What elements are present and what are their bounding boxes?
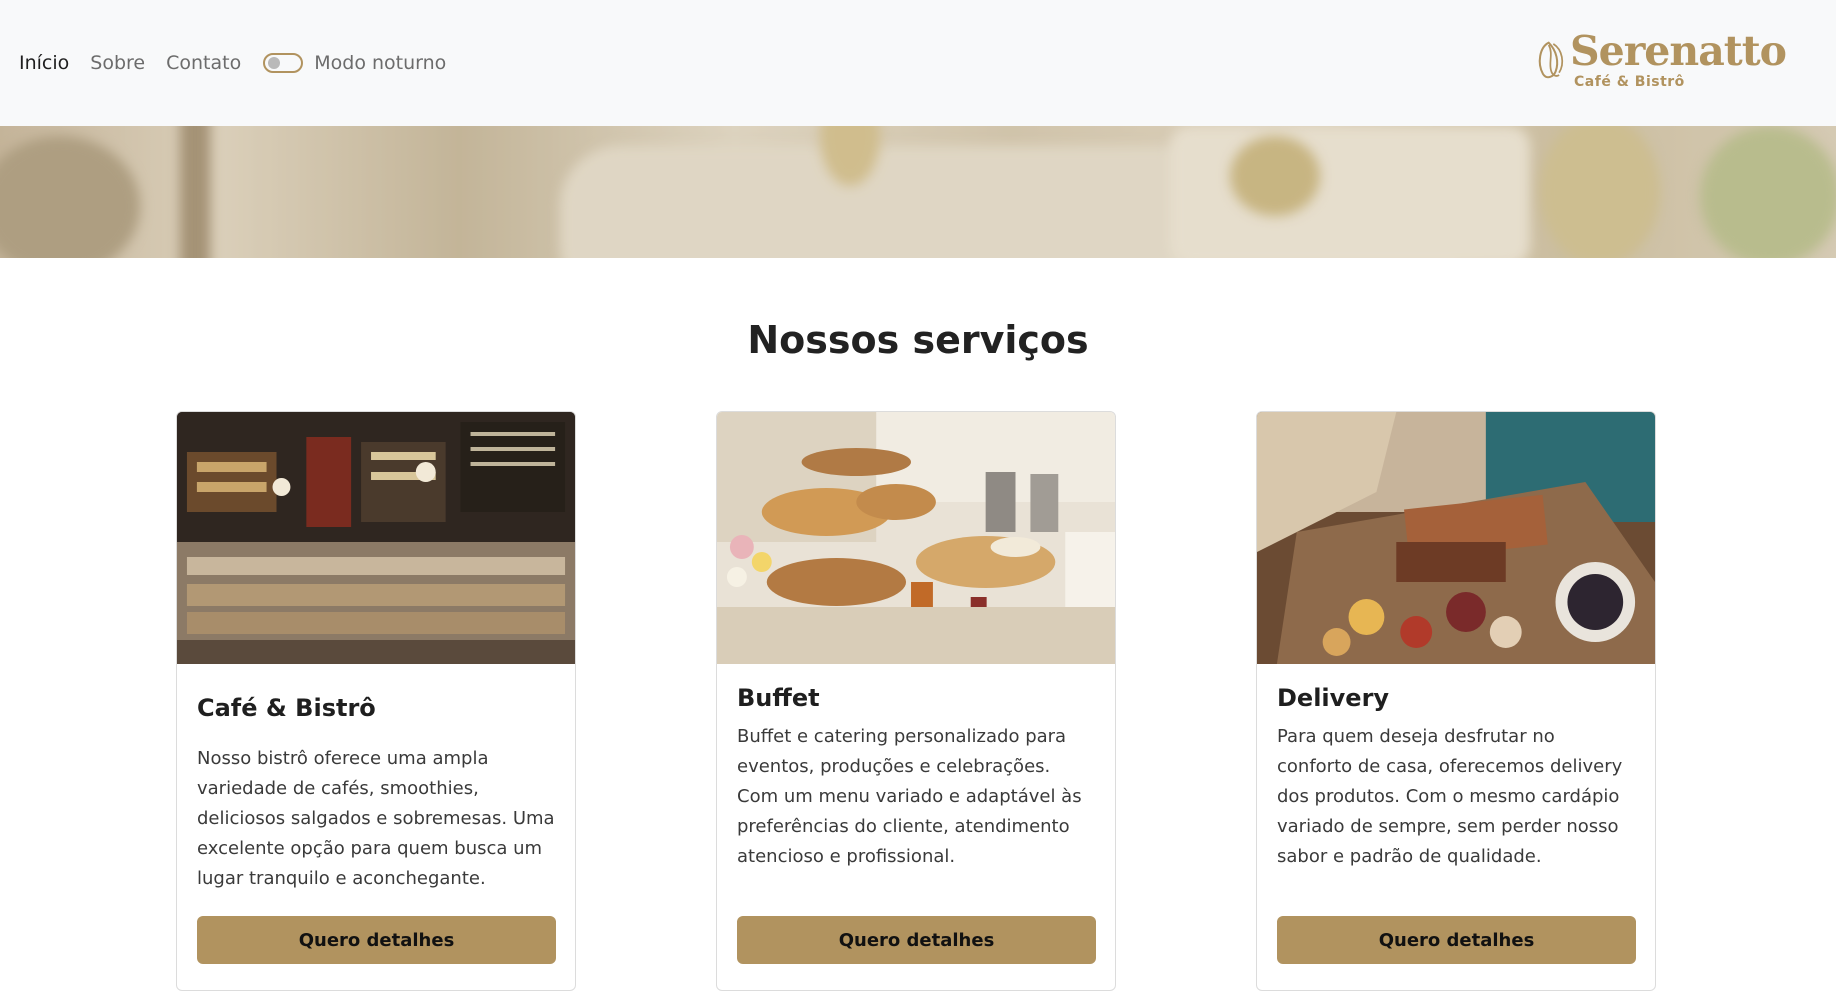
dark-mode-toggle[interactable] (263, 53, 304, 73)
nav-link-sobre[interactable]: Sobre (90, 53, 145, 73)
service-card-buffet: Buffet Buffet e catering personalizado p… (716, 411, 1116, 991)
dark-mode-switch: Modo noturno (263, 52, 446, 74)
nav-link-inicio[interactable]: Início (19, 53, 69, 73)
dark-mode-label[interactable]: Modo noturno (314, 52, 446, 74)
card-text: Buffet e catering personalizado para eve… (737, 726, 1082, 867)
card-body: Buffet Buffet e catering personalizado p… (717, 684, 1115, 872)
delivery-box-photo (1257, 412, 1655, 664)
brand-logo[interactable]: Serenatto Café & Bistrô (1536, 22, 1787, 98)
buffet-table-photo (717, 412, 1115, 664)
cafe-counter-photo (177, 412, 575, 664)
service-card-cafe: Café & Bistrô Nosso bistrô oferece uma a… (176, 411, 576, 991)
card-body: Café & Bistrô Nosso bistrô oferece uma a… (177, 694, 575, 894)
card-text: Nosso bistrô oferece uma ampla variedade… (197, 748, 555, 889)
coffee-bean-logo-icon (1538, 41, 1564, 79)
card-body: Delivery Para quem deseja desfrutar no c… (1257, 684, 1655, 872)
service-card-delivery: Delivery Para quem deseja desfrutar no c… (1256, 411, 1656, 991)
card-text: Para quem deseja desfrutar no conforto d… (1277, 726, 1623, 867)
brand-name: Serenatto (1570, 26, 1787, 75)
site-header: Início Sobre Contato Modo noturno Serena… (0, 0, 1836, 126)
quero-detalhes-button-delivery[interactable]: Quero detalhes (1277, 916, 1636, 964)
quero-detalhes-button-cafe[interactable]: Quero detalhes (197, 916, 556, 964)
toggle-knob (268, 57, 281, 69)
card-title: Buffet (737, 684, 820, 712)
card-title: Café & Bistrô (197, 694, 376, 722)
section-title: Nossos serviços (747, 318, 1089, 362)
quero-detalhes-button-buffet[interactable]: Quero detalhes (737, 916, 1096, 964)
main-nav: Início Sobre Contato Modo noturno (19, 52, 446, 74)
card-title: Delivery (1277, 684, 1390, 712)
nav-link-contato[interactable]: Contato (166, 53, 241, 73)
brand-subtitle: Café & Bistrô (1574, 73, 1685, 90)
brand-text: Serenatto Café & Bistrô (1570, 26, 1787, 90)
hero-banner-image (0, 126, 1836, 258)
